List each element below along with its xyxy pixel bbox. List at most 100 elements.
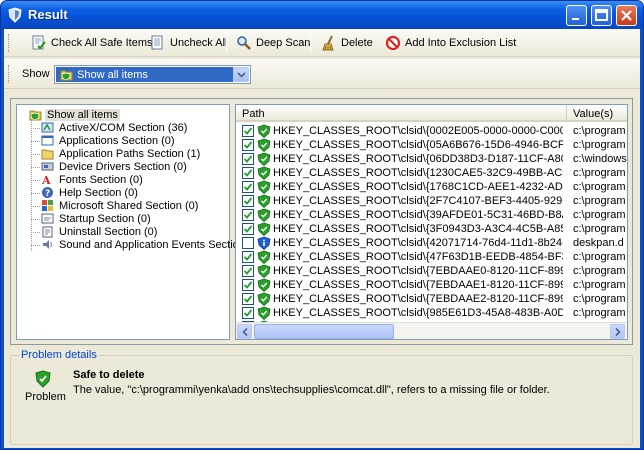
row-checkbox[interactable] xyxy=(242,209,254,221)
tree-item[interactable]: Sound and Application Events Section (0) xyxy=(41,238,263,251)
minimize-button[interactable] xyxy=(566,5,587,26)
tree-connector xyxy=(31,232,40,233)
show-filter-dropdown[interactable]: Show all items xyxy=(54,65,251,84)
row-checkbox[interactable] xyxy=(242,293,254,305)
tree-item[interactable]: Show all items xyxy=(29,108,120,121)
list-row[interactable]: HKEY_CLASSES_ROOT\clsid\{2F7C4107-BEF3-4… xyxy=(236,194,627,209)
path-column-label: Path xyxy=(242,108,265,120)
list-row[interactable]: HKEY_CLASSES_ROOT\clsid\{7EBDAAE2-8120-1… xyxy=(236,292,627,307)
list-row[interactable]: HKEY_CLASSES_ROOT\clsid\{7EBDAAE1-8120-1… xyxy=(236,278,627,293)
tree-item[interactable]: ActiveX/COM Section (36) xyxy=(41,121,189,134)
tree-connector xyxy=(31,245,40,246)
row-checkbox[interactable] xyxy=(242,223,254,235)
delete-button[interactable]: Delete xyxy=(318,33,376,53)
row-path: HKEY_CLASSES_ROOT\clsid\{47F63D1B-EEDB-4… xyxy=(273,251,563,263)
scroll-right-button[interactable] xyxy=(610,324,625,339)
list-row[interactable]: HKEY_CLASSES_ROOT\clsid\{39AFDE01-5C31-4… xyxy=(236,208,627,223)
add-exclusion-button[interactable]: Add Into Exclusion List xyxy=(382,33,519,53)
path-column-header[interactable]: Path xyxy=(236,105,567,122)
chevron-left-icon xyxy=(241,327,248,336)
sound-icon xyxy=(43,240,52,249)
tree-item[interactable]: ? Help Section (0) xyxy=(41,186,140,199)
title-bar[interactable]: Result xyxy=(1,1,643,29)
list-row[interactable]: HKEY_CLASSES_ROOT\clsid\{05A6B676-15D6-4… xyxy=(236,138,627,153)
safe-shield-icon xyxy=(257,292,271,307)
list-row[interactable]: HKEY_CLASSES_ROOT\clsid\{47F63D1B-EEDB-4… xyxy=(236,250,627,265)
tree-item[interactable]: Microsoft Shared Section (0) xyxy=(41,199,200,212)
tree-item[interactable]: Device Drivers Section (0) xyxy=(41,160,189,173)
tree-connector xyxy=(31,141,40,142)
row-checkbox[interactable] xyxy=(242,167,254,179)
row-checkbox[interactable] xyxy=(242,265,254,277)
horizontal-scrollbar[interactable] xyxy=(236,322,627,339)
safe-shield-icon xyxy=(257,278,271,293)
tree-item[interactable]: Startup Section (0) xyxy=(41,212,153,225)
row-path: HKEY_CLASSES_ROOT\clsid\{1230CAE5-32C9-4… xyxy=(273,167,563,179)
tree-item[interactable]: Applications Section (0) xyxy=(41,134,177,147)
value-column-header[interactable]: Value(s) xyxy=(567,105,627,122)
list-row[interactable]: HKEY_CLASSES_ROOT\clsid\{3F0943D3-A3C4-4… xyxy=(236,222,627,237)
row-value: c:\program xyxy=(573,307,626,319)
info-shield-icon xyxy=(257,236,271,251)
list-row[interactable]: HKEY_CLASSES_ROOT\clsid\{0002E005-0000-0… xyxy=(236,124,627,139)
list-row[interactable]: HKEY_CLASSES_ROOT\clsid\{06DD38D3-D187-1… xyxy=(236,152,627,167)
list-row[interactable]: HKEY_CLASSES_ROOT\clsid\{1230CAE5-32C9-4… xyxy=(236,166,627,181)
dropdown-arrow-button[interactable] xyxy=(233,67,249,82)
shared-components-icon xyxy=(42,200,53,211)
list-row[interactable]: HKEY_CLASSES_ROOT\clsid\{1768C1CD-AEE1-4… xyxy=(236,180,627,195)
broom-icon xyxy=(322,35,334,51)
uncheck-all-button[interactable]: Uncheck All xyxy=(147,33,230,53)
deep-scan-button[interactable]: Deep Scan xyxy=(233,33,313,53)
close-button[interactable] xyxy=(616,5,637,26)
tree-connector xyxy=(31,180,40,181)
tree-item[interactable]: A Fonts Section (0) xyxy=(41,173,145,187)
checkmark-icon xyxy=(243,127,253,135)
list-row[interactable]: HKEY_CLASSES_ROOT\clsid\{7EBDAAE0-8120-1… xyxy=(236,264,627,279)
check-all-safe-button[interactable]: Check All Safe Items xyxy=(28,33,156,53)
application-icon xyxy=(41,135,54,146)
uncheck-all-label: Uncheck All xyxy=(170,37,228,49)
tree-item[interactable]: Uninstall Section (0) xyxy=(41,225,159,238)
result-window: Result Check All Safe Items Uncheck All … xyxy=(0,0,644,450)
tree-connector xyxy=(31,193,40,194)
scroll-left-button[interactable] xyxy=(237,324,252,339)
row-checkbox[interactable] xyxy=(242,125,254,137)
problem-details-legend: Problem details xyxy=(19,349,99,361)
row-checkbox[interactable] xyxy=(242,195,254,207)
tree-connector xyxy=(31,154,40,155)
help-icon: ? xyxy=(42,187,53,199)
filter-bar-grip[interactable] xyxy=(8,65,11,83)
row-checkbox[interactable] xyxy=(242,153,254,165)
tree-item[interactable]: Application Paths Section (1) xyxy=(41,147,202,160)
row-path: HKEY_CLASSES_ROOT\clsid\{7EBDAAE1-8120-1… xyxy=(273,279,563,291)
row-checkbox[interactable] xyxy=(242,237,254,249)
svg-text:A: A xyxy=(41,174,51,186)
minimize-icon xyxy=(572,18,579,20)
row-path: HKEY_CLASSES_ROOT\clsid\{3F0943D3-A3C4-4… xyxy=(273,223,563,235)
tree-item-label: Show all items xyxy=(45,108,120,121)
tree-item-label: Microsoft Shared Section (0) xyxy=(59,199,199,212)
list-row[interactable]: HKEY_CLASSES_ROOT\clsid\{985E61D3-45A8-4… xyxy=(236,306,627,321)
tree-item-label: Uninstall Section (0) xyxy=(59,225,158,238)
row-checkbox[interactable] xyxy=(242,181,254,193)
checkmark-icon xyxy=(243,309,253,317)
section-tree[interactable]: Show all items ActiveX/COM Section (36) Ap… xyxy=(16,104,261,340)
row-path: HKEY_CLASSES_ROOT\clsid\{0002E005-0000-0… xyxy=(273,125,563,137)
list-row[interactable]: HKEY_CLASSES_ROOT\clsid\{42071714-76d4-1… xyxy=(236,236,627,251)
all-items-icon xyxy=(29,110,42,121)
results-list[interactable]: Path Value(s) HKEY_CLASSES_ROOT\clsid\{0… xyxy=(235,104,628,340)
row-checkbox[interactable] xyxy=(242,251,254,263)
row-checkbox[interactable] xyxy=(242,307,254,319)
magnifier-icon xyxy=(237,36,251,50)
safe-shield-icon xyxy=(257,138,271,153)
maximize-button[interactable] xyxy=(591,5,612,26)
toolbar-grip[interactable] xyxy=(8,34,11,52)
client-area: Check All Safe Items Uncheck All Deep Sc… xyxy=(4,29,640,448)
activex-icon xyxy=(41,122,54,133)
problem-title: Safe to delete xyxy=(73,369,145,381)
row-checkbox[interactable] xyxy=(242,279,254,291)
row-path: HKEY_CLASSES_ROOT\clsid\{05A6B676-15D6-4… xyxy=(273,139,563,151)
row-checkbox[interactable] xyxy=(242,139,254,151)
scroll-thumb[interactable] xyxy=(254,324,394,339)
safe-shield-icon xyxy=(257,250,271,265)
